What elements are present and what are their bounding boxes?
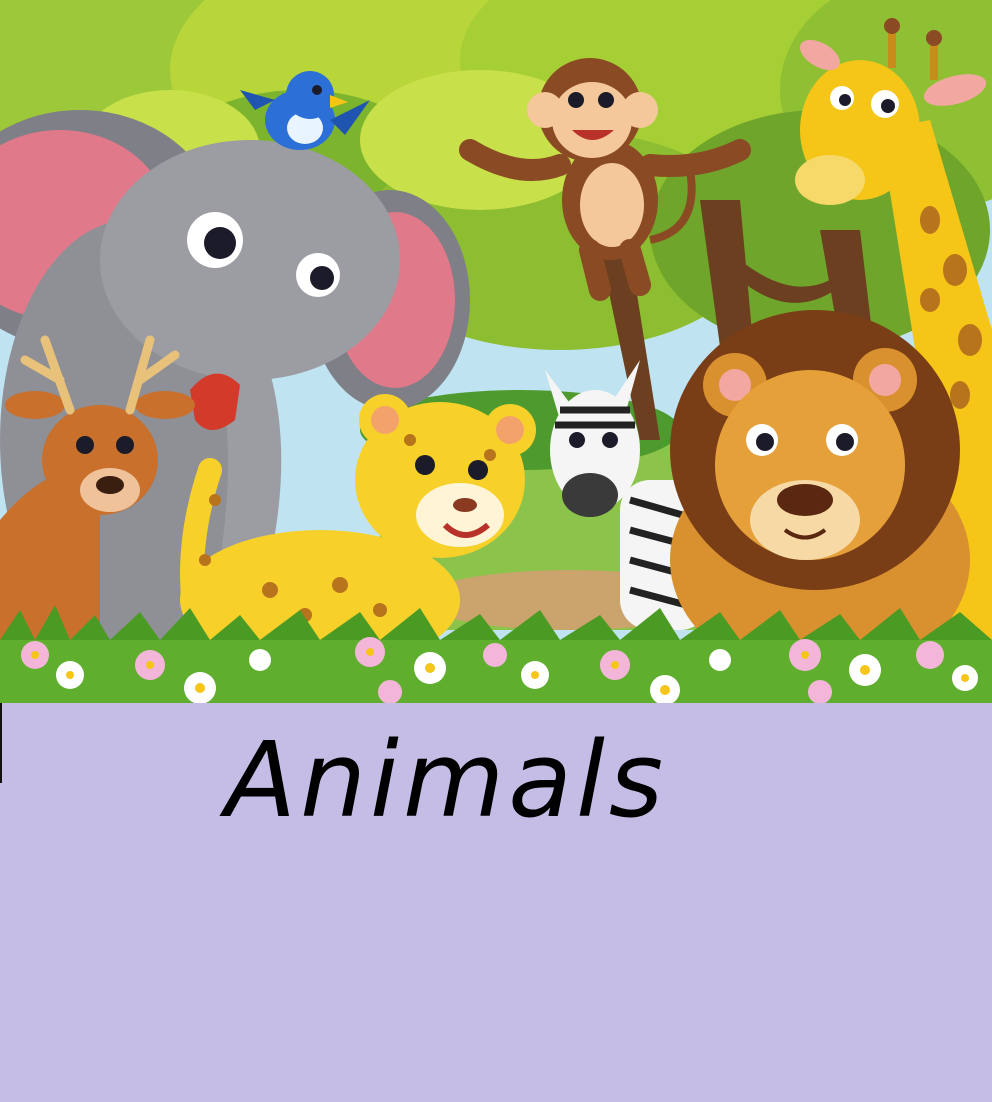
left-edge-mark <box>0 703 2 783</box>
jungle-animals-illustration <box>0 0 992 703</box>
page-title: Animals <box>225 719 668 841</box>
